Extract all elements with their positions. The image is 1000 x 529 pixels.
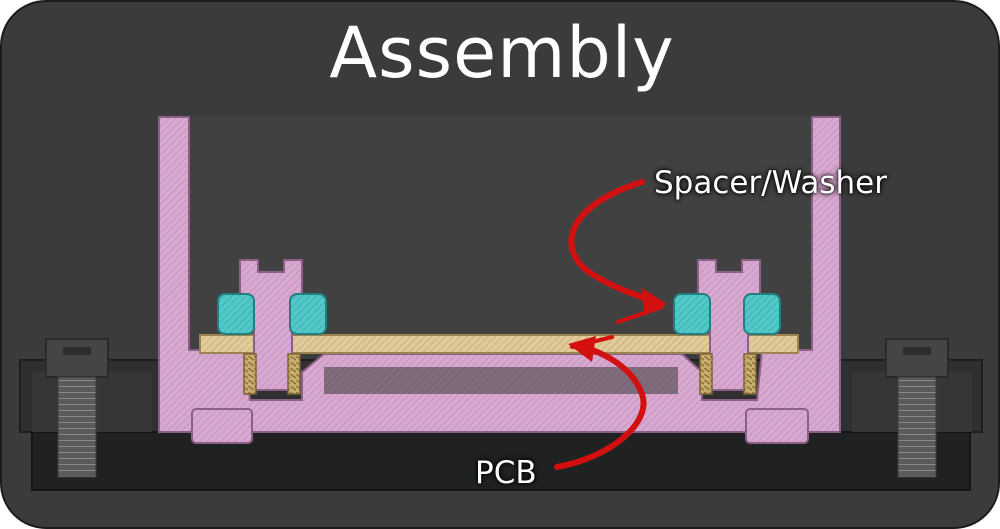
- spacer-washer-label: Spacer/Washer: [654, 165, 887, 201]
- left-foot: [191, 408, 253, 444]
- right-foot: [745, 408, 809, 444]
- diagram-frame: Assembly Spacer/Washer PCB: [0, 0, 1000, 529]
- washer-left-inner: [289, 293, 327, 335]
- pcb-label: PCB: [475, 455, 537, 491]
- washer-left-outer: [217, 293, 255, 335]
- washer-right-outer: [743, 293, 781, 335]
- washer-right-inner: [673, 293, 711, 335]
- page-title: Assembly: [329, 12, 675, 94]
